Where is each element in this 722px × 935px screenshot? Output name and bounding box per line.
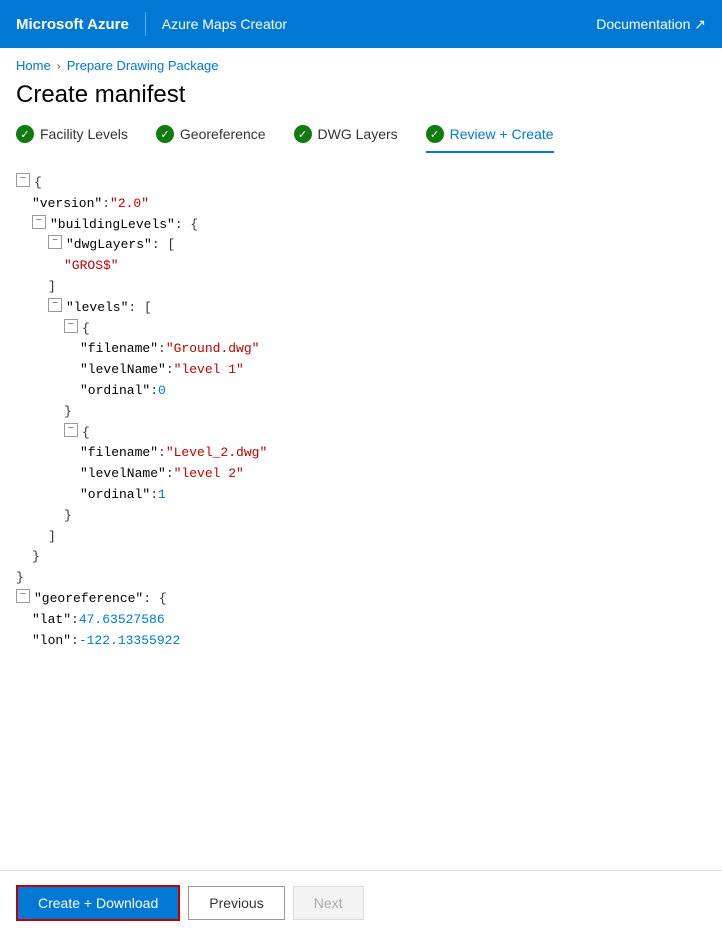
tab-facility-levels[interactable]: ✓ Facility Levels [16, 125, 128, 153]
breadcrumb-home[interactable]: Home [16, 58, 51, 73]
json-level2-filename: "filename" : "Level_2.dwg" [16, 443, 706, 464]
json-level1-filename: "filename" : "Ground.dwg" [16, 339, 706, 360]
json-level2-open: − { [16, 423, 706, 444]
tab-check-dwg: ✓ [294, 125, 312, 143]
tab-check-geo: ✓ [156, 125, 174, 143]
json-version: "version" : "2.0" [16, 194, 706, 215]
json-level1-levelname: "levelName" : "level 1" [16, 360, 706, 381]
json-level2-ordinal: "ordinal" : 1 [16, 485, 706, 506]
json-level1-ordinal: "ordinal" : 0 [16, 381, 706, 402]
json-viewer: − { "version" : "2.0" − "buildingLevels"… [0, 165, 722, 659]
page-title: Create manifest [0, 77, 722, 125]
json-root-close: } [16, 568, 706, 589]
footer: Create + Download Previous Next [0, 870, 722, 935]
json-level1-close: } [16, 402, 706, 423]
json-root-open: − { [16, 173, 706, 194]
topbar: Microsoft Azure Azure Maps Creator Docum… [0, 0, 722, 48]
json-lat: "lat" : 47.63527586 [16, 610, 706, 631]
json-georeference-open: − "georeference" : { [16, 589, 706, 610]
json-dwglayers-open: − "dwgLayers" : [ [16, 235, 706, 256]
breadcrumb-current[interactable]: Prepare Drawing Package [67, 58, 219, 73]
tab-label-geo: Georeference [180, 126, 266, 142]
tab-georeference[interactable]: ✓ Georeference [156, 125, 266, 153]
topbar-divider [145, 12, 146, 36]
tab-label-facility: Facility Levels [40, 126, 128, 142]
json-lon: "lon" : -122.13355922 [16, 631, 706, 652]
collapse-geo[interactable]: − [16, 589, 30, 603]
json-level1-open: − { [16, 319, 706, 340]
json-buildinglevels-open: − "buildingLevels" : { [16, 215, 706, 236]
json-dwglayers-item: "GROS$" [16, 256, 706, 277]
tab-dwg-layers[interactable]: ✓ DWG Layers [294, 125, 398, 153]
json-level2-close: } [16, 506, 706, 527]
previous-button[interactable]: Previous [188, 886, 284, 920]
collapse-dwglayers[interactable]: − [48, 235, 62, 249]
create-download-button[interactable]: Create + Download [16, 885, 180, 921]
tab-check-facility: ✓ [16, 125, 34, 143]
topbar-docs-link[interactable]: Documentation ↗ [596, 16, 706, 33]
tab-review-create[interactable]: ✓ Review + Create [426, 125, 554, 153]
docs-label: Documentation ↗ [596, 16, 706, 33]
breadcrumb: Home › Prepare Drawing Package [0, 48, 722, 77]
brand-name: Microsoft Azure [16, 16, 129, 33]
json-buildinglevels-close: } [16, 547, 706, 568]
tabs-container: ✓ Facility Levels ✓ Georeference ✓ DWG L… [0, 125, 722, 153]
next-button: Next [293, 886, 364, 920]
collapse-level2[interactable]: − [64, 423, 78, 437]
tab-check-review: ✓ [426, 125, 444, 143]
breadcrumb-separator: › [57, 59, 61, 73]
topbar-sub: Azure Maps Creator [162, 16, 287, 32]
collapse-levels[interactable]: − [48, 298, 62, 312]
collapse-level1[interactable]: − [64, 319, 78, 333]
json-levels-open: − "levels" : [ [16, 298, 706, 319]
tab-label-review: Review + Create [450, 126, 554, 142]
json-dwglayers-close: ] [16, 277, 706, 298]
json-levels-close: ] [16, 527, 706, 548]
json-level2-levelname: "levelName" : "level 2" [16, 464, 706, 485]
collapse-buildinglevels[interactable]: − [32, 215, 46, 229]
tab-label-dwg: DWG Layers [318, 126, 398, 142]
collapse-root[interactable]: − [16, 173, 30, 187]
